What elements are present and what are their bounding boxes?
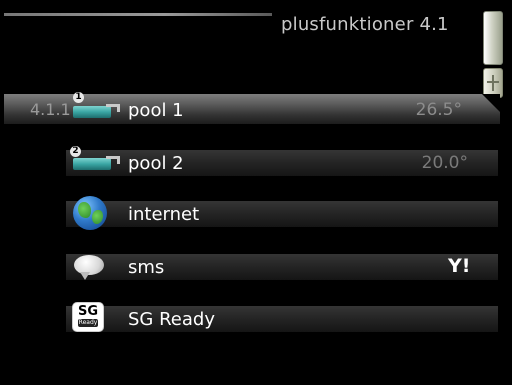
pool-temperature: 20.0°	[421, 153, 468, 173]
scrollbar[interactable]	[483, 11, 503, 65]
speech-bubble-tail	[80, 272, 90, 280]
menu-item-label: sms	[128, 257, 165, 278]
sg-ready-icon: SG Ready	[72, 302, 104, 332]
header-divider	[4, 13, 272, 16]
menu-item-label: internet	[128, 204, 200, 225]
page-title: plusfunktioner 4.1	[281, 14, 449, 35]
pool-number-badge: 2	[70, 146, 81, 157]
pool-temperature: 26.5°	[415, 100, 462, 120]
globe-icon	[73, 196, 107, 230]
menu-item-sg-ready[interactable]: SG Ready	[66, 306, 498, 332]
menu-number: 4.1.1	[30, 100, 71, 119]
menu-item-label: pool 1	[128, 100, 184, 121]
pool-icon	[70, 100, 122, 120]
antenna-icon: Y!	[448, 255, 471, 277]
pool-number-badge: 1	[73, 92, 84, 103]
menu-item-label: SG Ready	[128, 309, 215, 330]
menu-item-sms[interactable]: sms Y!	[66, 254, 498, 280]
menu-item-internet[interactable]: internet	[66, 201, 498, 227]
menu-item-pool-2[interactable]: 2 pool 2 20.0°	[66, 146, 498, 176]
selection-corner	[482, 94, 500, 112]
menu-item-label: pool 2	[128, 153, 184, 174]
menu-item-pool-1[interactable]: 4.1.1 1 pool 1 26.5°	[4, 92, 500, 124]
